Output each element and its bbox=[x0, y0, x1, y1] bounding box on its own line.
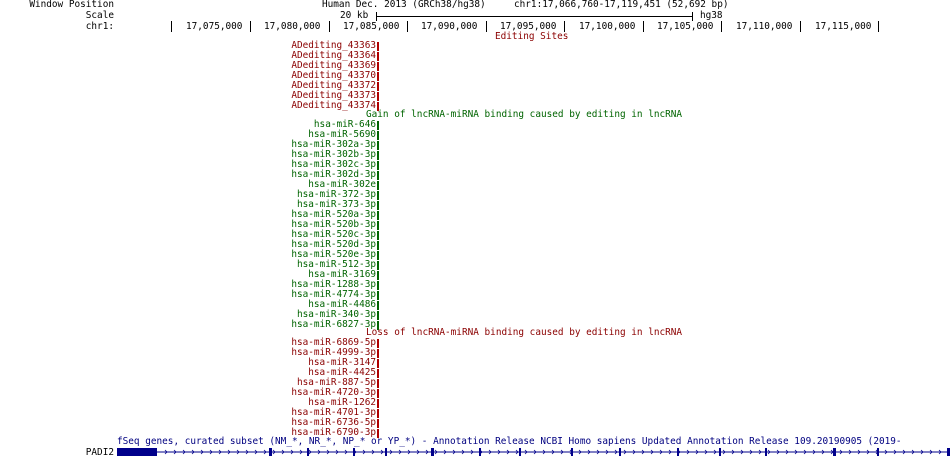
loss-mirna-bar[interactable] bbox=[377, 359, 379, 368]
window-position-label: Window Position bbox=[29, 0, 114, 10]
gain-mirna-bar[interactable] bbox=[377, 291, 379, 300]
editing-site-label[interactable]: ADediting_43374 bbox=[150, 101, 376, 111]
loss-mirna-bar[interactable] bbox=[377, 389, 379, 398]
gain-mirna-bar[interactable] bbox=[377, 241, 379, 250]
gain-mirna-bar[interactable] bbox=[377, 181, 379, 190]
editing-site-bar[interactable] bbox=[377, 72, 379, 81]
exon-block bbox=[385, 448, 387, 456]
loss-mirna-bar[interactable] bbox=[377, 379, 379, 388]
loss-mirna-bar[interactable] bbox=[377, 399, 379, 408]
editing-site-bar[interactable] bbox=[377, 42, 379, 51]
exon-block bbox=[117, 448, 157, 456]
exon-block bbox=[431, 448, 434, 456]
gain-mirna-bar[interactable] bbox=[377, 271, 379, 280]
gain-mirna-bar[interactable] bbox=[377, 191, 379, 200]
position-label[interactable]: chr1:17,066,760-17,119,451 (52,692 bp) bbox=[514, 0, 728, 10]
ruler-tick-label: 17,115,000 bbox=[815, 21, 872, 32]
scale-label: Scale bbox=[85, 10, 114, 21]
loss-mirna-bar[interactable] bbox=[377, 349, 379, 358]
loss-mirna-bar[interactable] bbox=[377, 369, 379, 378]
gain-mirna-bar[interactable] bbox=[377, 171, 379, 180]
loss-track-title[interactable]: Loss of lncRNA-miRNA binding caused by e… bbox=[366, 328, 682, 338]
editing-sites-track-title[interactable]: Editing Sites bbox=[495, 32, 568, 42]
editing-site-bar[interactable] bbox=[377, 92, 379, 101]
exon-block bbox=[307, 448, 309, 456]
exon-block bbox=[677, 448, 679, 456]
gain-mirna-bar[interactable] bbox=[377, 231, 379, 240]
gain-mirna-bar[interactable] bbox=[377, 121, 379, 130]
exon-block bbox=[479, 448, 481, 456]
gain-mirna-bar[interactable] bbox=[377, 211, 379, 220]
gain-mirna-bar[interactable] bbox=[377, 151, 379, 160]
exon-block bbox=[519, 448, 521, 456]
ruler-tick-label: 17,080,000 bbox=[264, 21, 321, 32]
gain-mirna-bar[interactable] bbox=[377, 281, 379, 290]
padi2-gene-model[interactable] bbox=[117, 446, 950, 458]
editing-site-bar[interactable] bbox=[377, 62, 379, 71]
exon-block bbox=[619, 448, 621, 456]
editing-site-bar[interactable] bbox=[377, 52, 379, 61]
exon-block bbox=[353, 448, 355, 456]
gain-track-title[interactable]: Gain of lncRNA-miRNA binding caused by e… bbox=[366, 110, 682, 120]
gene-label[interactable]: PADI2 bbox=[0, 448, 114, 458]
exon-block bbox=[765, 448, 767, 456]
ruler-tick-label: 17,100,000 bbox=[579, 21, 636, 32]
gain-mirna-bar[interactable] bbox=[377, 141, 379, 150]
gain-mirna-bar[interactable] bbox=[377, 251, 379, 260]
loss-mirna-bar[interactable] bbox=[377, 419, 379, 428]
exon-block bbox=[269, 448, 272, 456]
exon-block bbox=[719, 448, 721, 456]
loss-mirna-bar[interactable] bbox=[377, 409, 379, 418]
chrom-label: chr1: bbox=[85, 21, 114, 32]
ruler-tick-label: 17,110,000 bbox=[736, 21, 793, 32]
ruler-tick-label: 17,085,000 bbox=[343, 21, 400, 32]
gain-mirna-bar[interactable] bbox=[377, 201, 379, 210]
gain-mirna-bar[interactable] bbox=[377, 221, 379, 230]
gain-mirna-bar[interactable] bbox=[377, 311, 379, 320]
scale-value: 20 kb bbox=[340, 10, 369, 21]
editing-site-bar[interactable] bbox=[377, 82, 379, 91]
ruler-tick-label: 17,105,000 bbox=[657, 21, 714, 32]
ruler-tick-label: 17,090,000 bbox=[421, 21, 478, 32]
ruler-tick-label: 17,075,000 bbox=[186, 21, 243, 32]
gain-mirna-bar[interactable] bbox=[377, 261, 379, 270]
gain-mirna-bar[interactable] bbox=[377, 131, 379, 140]
loss-mirna-bar[interactable] bbox=[377, 339, 379, 348]
gain-mirna-bar[interactable] bbox=[377, 161, 379, 170]
gain-mirna-bar[interactable] bbox=[377, 301, 379, 310]
gain-mirna-label[interactable]: hsa-miR-6827-3p bbox=[150, 320, 376, 330]
assembly-label: Human Dec. 2013 (GRCh38/hg38) bbox=[322, 0, 486, 10]
scale-assembly: hg38 bbox=[700, 10, 723, 21]
